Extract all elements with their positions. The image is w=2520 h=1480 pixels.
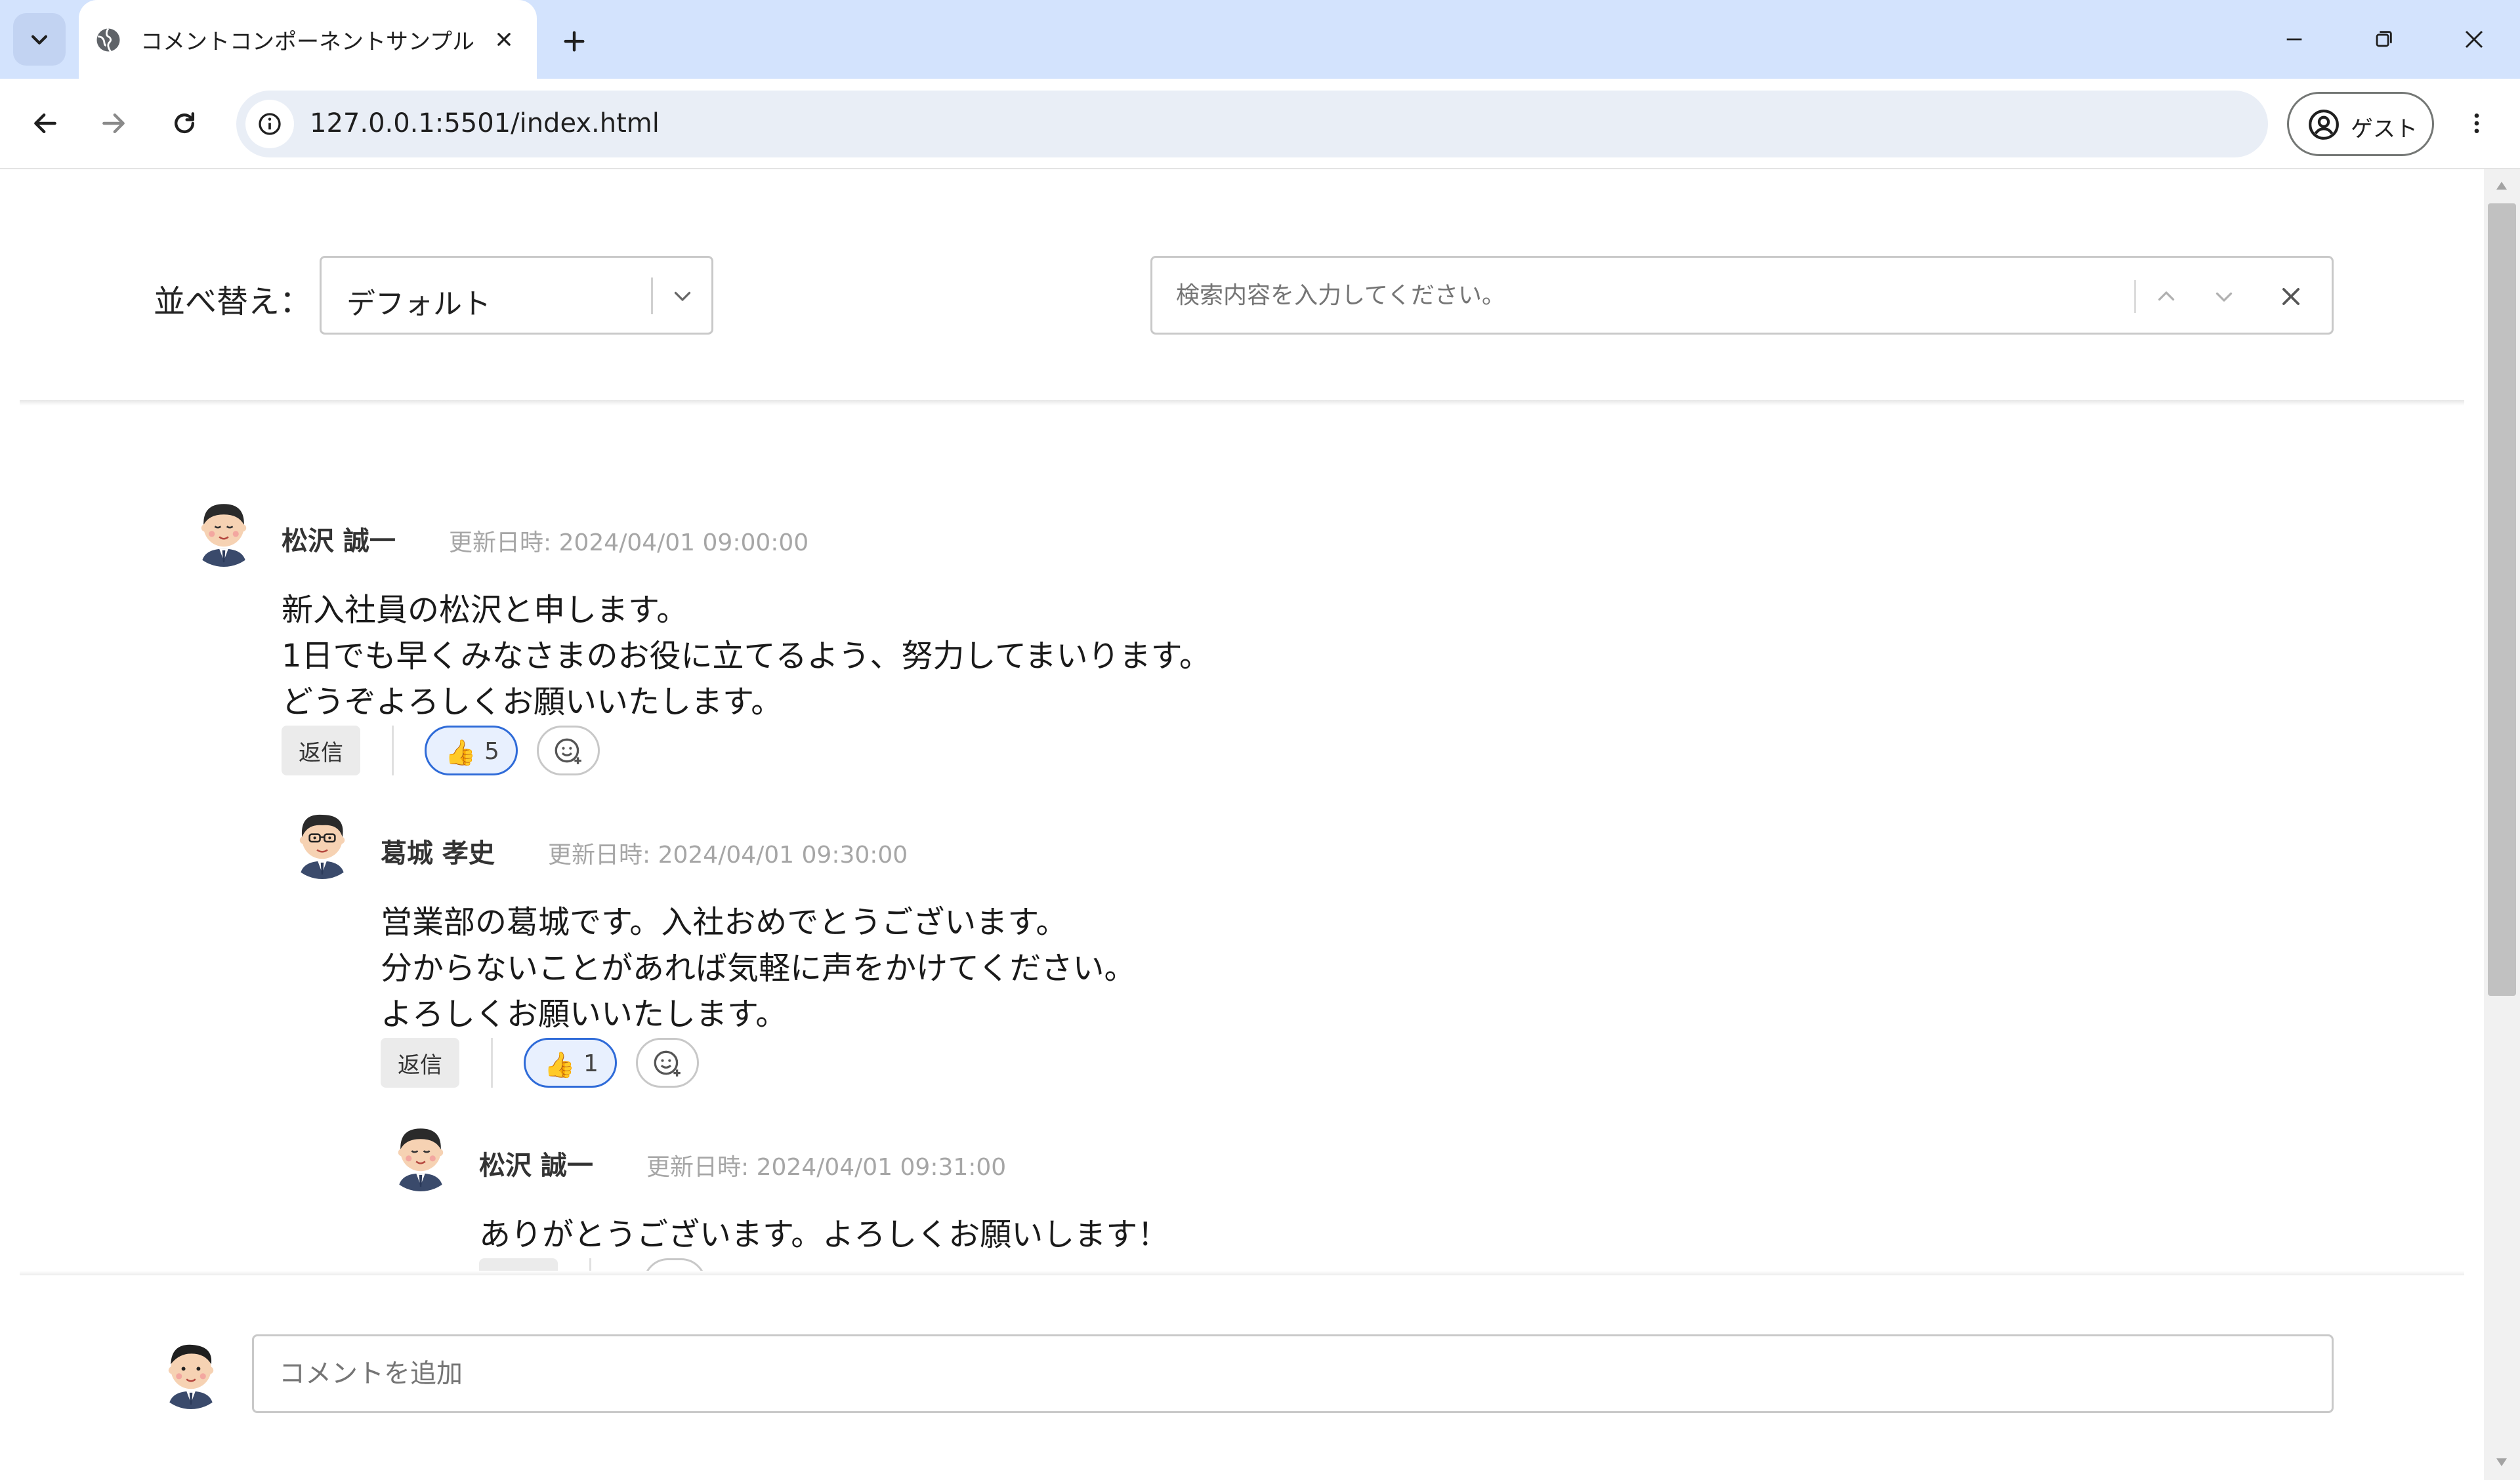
scroll-down-arrow-icon[interactable] [2494,1456,2509,1468]
chevron-down-icon [674,291,691,301]
search-clear-button[interactable] [2268,278,2314,316]
chevron-up-icon [2158,291,2175,301]
address-bar[interactable]: 127.0.0.1:5501/index.html [236,91,2268,157]
young-man-avatar [383,1117,458,1191]
tab-title: コメントコンポーネントサンプル [140,29,474,55]
comment-timestamp: 更新日時: 2024/04/01 09:00:00 [449,529,809,556]
search-next-button[interactable] [2201,278,2247,316]
back-button[interactable] [24,102,67,145]
add-reaction-button[interactable] [537,726,600,775]
site-info-button[interactable] [245,100,294,148]
tab-search-button[interactable] [13,13,66,66]
comment-text-line: 新入社員の松沢と申します。 [282,592,688,628]
scrollbar-thumb[interactable] [2488,203,2516,996]
reload-icon [174,112,195,134]
arrow-left-icon [34,113,56,134]
sort-value: デフォルト [346,287,491,321]
arrow-right-icon [102,113,125,134]
reply-button[interactable]: 返信 [381,1038,459,1088]
browser-tab-bar: コメントコンポーネントサンプル [0,0,2520,79]
comment-author: 松沢 誠一 [479,1151,593,1181]
young-man-avatar [186,492,261,567]
comment-text-line: ありがとうございます。よろしくお願いします！ [479,1216,1169,1253]
browser-menu-button[interactable] [2456,102,2498,145]
sort-label: 並べ替え： [154,283,312,320]
info-icon [259,113,281,135]
thumbs-up-icon: 👍 [445,738,476,767]
select-divider [651,278,653,314]
add-reaction-icon [654,1050,681,1077]
comment-text-line: どうぞよろしくお願いいたします。 [282,684,783,720]
plus-icon [564,31,585,52]
reload-button[interactable] [163,102,206,145]
add-reaction-icon [555,738,581,764]
like-button[interactable]: 👍 1 [524,1038,617,1088]
minimize-icon [2286,38,2302,41]
restore-icon [2376,31,2392,47]
glasses-man-avatar [285,804,360,879]
comment-text-line: 営業部の葛城です。入社おめでとうございます。 [381,904,1068,941]
close-icon [2282,288,2300,305]
close-window-button[interactable] [2454,20,2494,59]
chevron-down-icon [2216,292,2233,302]
scroll-up-arrow-icon[interactable] [2494,180,2509,192]
restore-button[interactable] [2364,20,2403,59]
profile-button[interactable]: ゲスト [2287,92,2434,156]
minimize-button[interactable] [2275,20,2314,59]
comment-timestamp: 更新日時: 2024/04/01 09:31:00 [646,1154,1007,1181]
search-divider [2134,280,2136,313]
like-count: 1 [583,1050,598,1077]
search-box [1150,256,2334,335]
close-icon [2465,30,2483,49]
url-text: 127.0.0.1:5501/index.html [310,108,660,138]
search-input[interactable] [1160,264,2138,326]
search-prev-button[interactable] [2143,278,2189,316]
comment-author: 葛城 孝史 [381,838,495,869]
sort-select[interactable]: デフォルト [320,256,713,335]
add-reaction-button[interactable] [636,1038,699,1088]
thumbs-up-icon: 👍 [544,1050,576,1079]
chevron-down-icon [31,35,48,45]
more-vert-icon [2474,113,2479,133]
tab-close-button[interactable] [488,24,520,55]
comment-text-line: よろしくお願いいたします。 [381,996,788,1033]
comment-author: 松沢 誠一 [282,526,396,556]
current-user-avatar [154,1334,228,1409]
like-count: 5 [484,738,499,765]
browser-toolbar: 127.0.0.1:5501/index.html ゲスト [0,79,2520,169]
browser-tab-active[interactable]: コメントコンポーネントサンプル [79,0,537,79]
close-icon [497,33,511,46]
reply-button[interactable]: 返信 [282,726,360,775]
comment-text-line: 1日でも早くみなさまのお役に立てるよう、努力してまいります。 [282,638,1211,674]
action-divider [491,1038,493,1088]
account-icon [2309,110,2339,140]
like-button[interactable]: 👍 5 [425,726,518,775]
forward-button[interactable] [92,102,135,145]
header-divider [20,400,2464,405]
action-divider [392,726,394,775]
profile-label: ゲスト [2351,116,2418,142]
new-tab-button[interactable] [556,24,592,59]
sort-dropdown-toggle[interactable] [660,278,705,314]
comment-text-line: 分からないことがあれば気軽に声をかけてください。 [381,950,1136,987]
comment-timestamp: 更新日時: 2024/04/01 09:30:00 [548,842,908,869]
comment-input[interactable] [252,1334,2334,1413]
globe-icon [96,28,120,52]
